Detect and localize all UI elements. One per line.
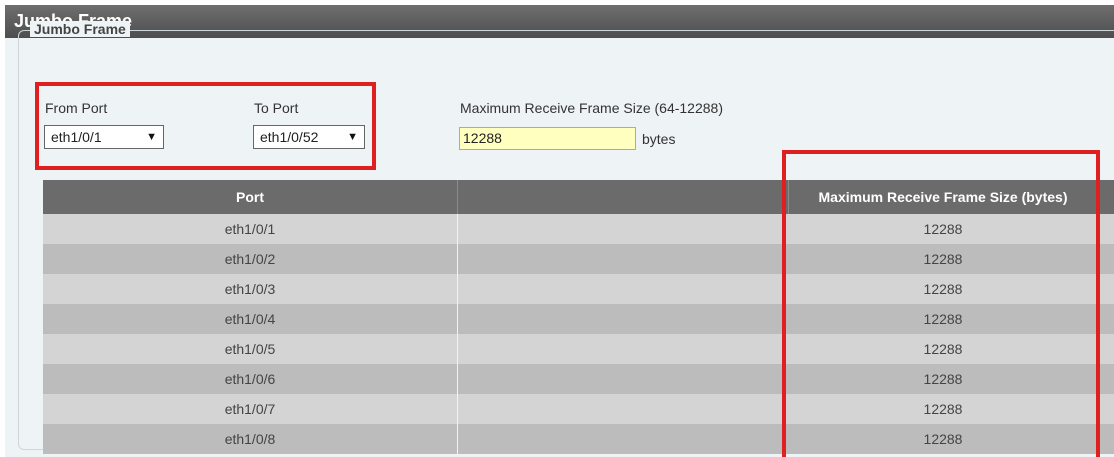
cell-divider: [457, 274, 458, 304]
cell-divider: [457, 244, 458, 274]
cell-divider: [457, 364, 458, 394]
max-frame-size-label: Maximum Receive Frame Size (64-12288): [460, 100, 723, 116]
bytes-unit-label: bytes: [642, 131, 676, 147]
cell-divider: [457, 214, 458, 244]
port-cell: eth1/0/1: [224, 221, 276, 237]
port-cell: eth1/0/6: [224, 371, 276, 387]
port-range-highlight: [35, 82, 376, 170]
port-cell: eth1/0/2: [224, 251, 276, 267]
port-cell: eth1/0/5: [224, 341, 276, 357]
port-cell: eth1/0/7: [224, 401, 276, 417]
cell-divider: [457, 334, 458, 364]
cell-divider: [457, 424, 458, 454]
cell-divider: [457, 304, 458, 334]
column-header-empty: [458, 180, 788, 214]
fieldset-legend: Jumbo Frame: [30, 21, 130, 37]
frame-size-column-highlight: [782, 150, 1100, 457]
column-header-port: Port: [236, 189, 264, 205]
max-frame-size-input[interactable]: 12288: [459, 127, 636, 150]
port-cell: eth1/0/4: [224, 311, 276, 327]
port-cell: eth1/0/8: [224, 431, 276, 447]
port-cell: eth1/0/3: [224, 281, 276, 297]
cell-divider: [457, 394, 458, 424]
